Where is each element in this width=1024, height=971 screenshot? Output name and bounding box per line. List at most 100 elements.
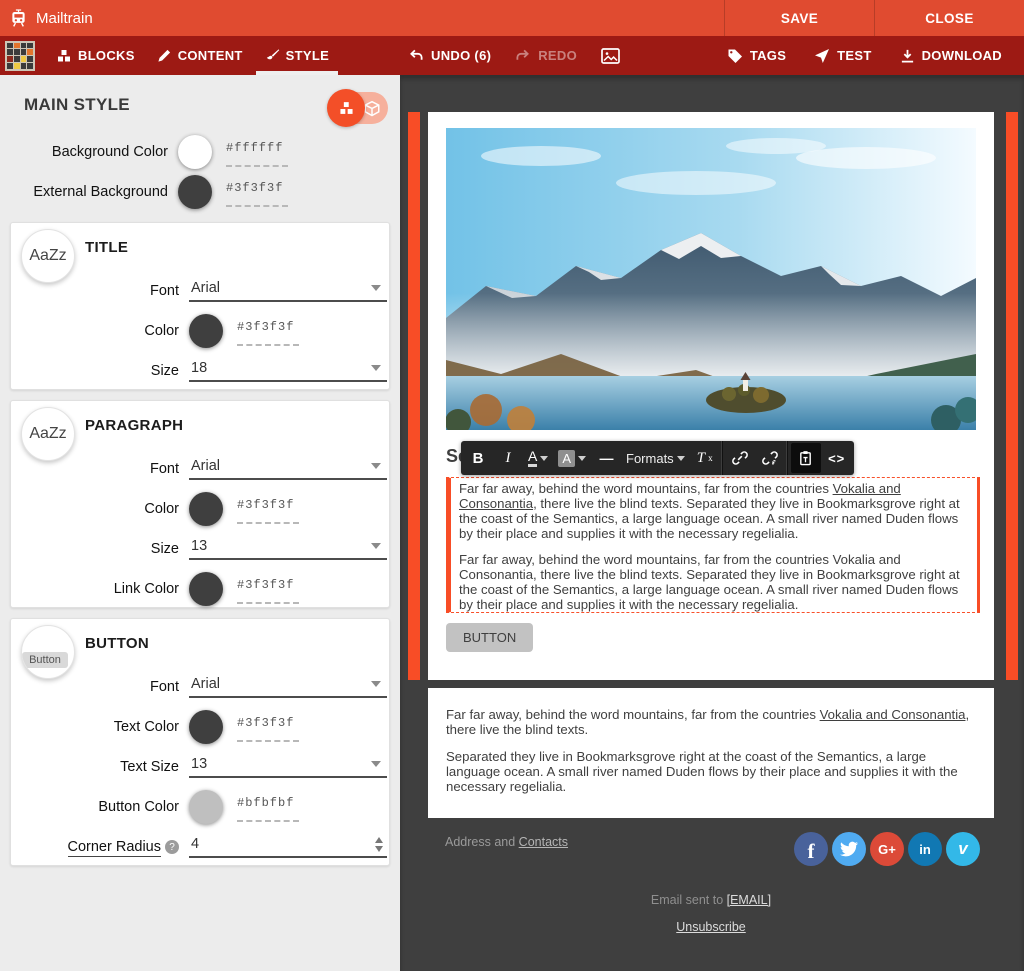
background-color-button[interactable]: A [553, 441, 591, 475]
italic-button[interactable]: I [493, 441, 523, 475]
chevron-down-icon [371, 463, 381, 469]
richtext-toolbar: B I A A — Formats Tx [461, 441, 854, 475]
tab-content-label: CONTENT [178, 48, 243, 63]
source-code-button[interactable]: <> [822, 441, 852, 475]
facebook-icon[interactable]: f [794, 832, 828, 866]
redo-arrow-icon [515, 48, 531, 63]
horizontal-rule-button[interactable]: — [591, 441, 621, 475]
spinner-up-icon[interactable] [375, 837, 383, 843]
font-row: Font Arial [11, 449, 389, 489]
size-select[interactable]: 13 [189, 538, 387, 560]
tab-blocks[interactable]: BLOCKS [45, 36, 146, 75]
tab-blocks-label: BLOCKS [78, 48, 135, 63]
test-label: TEST [837, 48, 871, 63]
spinner-down-icon[interactable] [375, 846, 383, 852]
font-row: Font Arial [11, 271, 389, 311]
email-cta-button[interactable]: BUTTON [446, 623, 533, 652]
paragraph-style-card: AaZz PARAGRAPH Font Arial Color #3f3f3f … [10, 400, 390, 608]
color-row: Color #3f3f3f [11, 311, 389, 351]
vokalia-link[interactable]: Vokalia and Consonantia [820, 707, 966, 722]
close-button[interactable]: CLOSE [874, 0, 1024, 36]
undo-label: UNDO (6) [431, 48, 491, 63]
font-select[interactable]: Arial [189, 458, 387, 480]
size-row: Size 18 [11, 351, 389, 391]
blocks-view-knob[interactable] [327, 89, 365, 127]
chevron-down-icon[interactable] [540, 456, 548, 461]
style-panel: MAIN STYLE Background Color #ffffff Ex [0, 75, 400, 971]
corner-radius-label[interactable]: Corner Radius [68, 839, 162, 857]
block-selection-bar-right [1006, 112, 1018, 680]
cube-icon [363, 100, 381, 123]
size-select[interactable]: 18 [189, 360, 387, 382]
app-title: Mailtrain [36, 10, 93, 27]
tag-icon [727, 48, 743, 64]
text-size-row: Text Size 13 [11, 747, 389, 787]
color-swatch[interactable] [189, 572, 223, 606]
test-button[interactable]: TEST [804, 48, 881, 64]
color-swatch[interactable] [178, 135, 212, 169]
app-brand: Mailtrain [0, 0, 724, 36]
download-label: DOWNLOAD [922, 48, 1002, 63]
bold-button[interactable]: B [463, 441, 493, 475]
email-placeholder-link[interactable]: [EMAIL] [727, 893, 771, 907]
chevron-down-icon[interactable] [578, 456, 586, 461]
tab-content[interactable]: CONTENT [146, 36, 254, 75]
corner-radius-input[interactable]: 4 [189, 836, 387, 858]
section-title: BUTTON [85, 635, 149, 652]
text-size-select[interactable]: 13 [189, 756, 387, 778]
brush-icon [265, 48, 280, 63]
tab-style[interactable]: STYLE [254, 36, 340, 75]
vimeo-icon[interactable]: v [946, 832, 980, 866]
email-text-block[interactable]: Far far away, behind the word mountains,… [428, 688, 994, 818]
color-swatch[interactable] [189, 314, 223, 348]
remove-link-button[interactable] [755, 441, 785, 475]
unsubscribe-link[interactable]: Unsubscribe [676, 920, 745, 934]
google-plus-icon[interactable]: G+ [870, 832, 904, 866]
tags-button[interactable]: TAGS [717, 48, 796, 64]
insert-link-button[interactable] [725, 441, 755, 475]
tags-label: TAGS [750, 48, 786, 63]
text-color-button[interactable]: A [523, 441, 553, 475]
color-swatch[interactable] [189, 790, 223, 824]
actions-group: TAGS TEST DOWNLOAD [717, 48, 1024, 64]
chevron-down-icon [371, 365, 381, 371]
title-style-card: AaZz TITLE Font Arial Color #3f3f3f Size [10, 222, 390, 390]
history-group: UNDO (6) REDO [398, 48, 630, 64]
hex-value: #3f3f3f [226, 181, 283, 195]
section-title: PARAGRAPH [85, 417, 183, 434]
undo-button[interactable]: UNDO (6) [398, 48, 501, 63]
style-scope-toggle[interactable] [330, 92, 388, 124]
email-main-block: Se B I A A — Formats Tx [428, 112, 994, 680]
chevron-down-icon [371, 543, 381, 549]
font-select[interactable]: Arial [189, 676, 387, 698]
help-icon[interactable]: ? [165, 840, 179, 854]
twitter-icon[interactable] [832, 832, 866, 866]
linkedin-icon[interactable]: in [908, 832, 942, 866]
font-select[interactable]: Arial [189, 280, 387, 302]
top-bar: Mailtrain SAVE CLOSE [0, 0, 1024, 36]
selected-text-block[interactable]: Far far away, behind the word mountains,… [446, 477, 980, 613]
color-swatch[interactable] [178, 175, 212, 209]
redo-button[interactable]: REDO [505, 48, 587, 63]
paper-plane-icon [814, 48, 830, 64]
save-button[interactable]: SAVE [724, 0, 874, 36]
color-swatch[interactable] [189, 710, 223, 744]
footer-address: Address and Contacts [445, 835, 568, 849]
clear-formatting-button[interactable]: Tx [690, 441, 720, 475]
size-row: Size 13 [11, 529, 389, 569]
chevron-down-icon [371, 681, 381, 687]
number-spinner[interactable] [375, 837, 383, 852]
link-color-row: Link Color #3f3f3f [11, 569, 389, 609]
gallery-button[interactable] [591, 48, 630, 64]
image-icon [601, 48, 620, 64]
paste-as-text-button[interactable] [791, 443, 821, 473]
hero-image[interactable] [446, 128, 976, 430]
contacts-link[interactable]: Contacts [519, 835, 568, 849]
chevron-down-icon [371, 285, 381, 291]
redo-label: REDO [538, 48, 577, 63]
title-badge: AaZz [21, 229, 75, 283]
formats-dropdown[interactable]: Formats [621, 441, 690, 475]
undo-arrow-icon [408, 48, 424, 63]
color-swatch[interactable] [189, 492, 223, 526]
download-button[interactable]: DOWNLOAD [890, 48, 1012, 64]
